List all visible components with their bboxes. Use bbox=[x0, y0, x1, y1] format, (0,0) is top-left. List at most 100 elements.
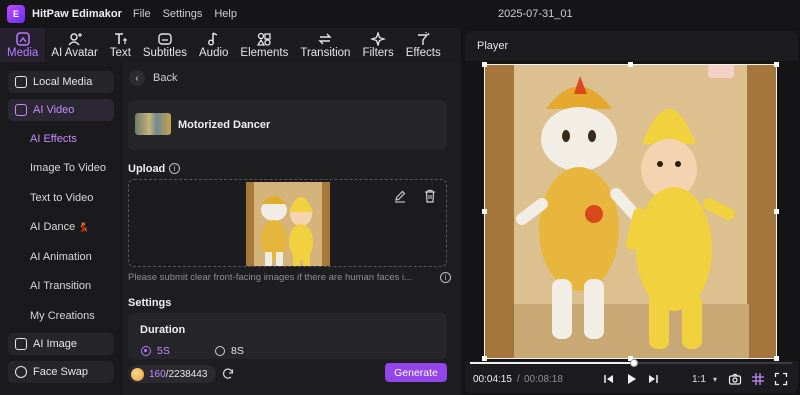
settings-heading: Settings bbox=[128, 297, 172, 309]
tab-elements-label: Elements bbox=[240, 46, 289, 59]
resize-handle[interactable] bbox=[482, 62, 487, 67]
play-icon[interactable] bbox=[624, 372, 638, 386]
generate-button[interactable]: Generate bbox=[385, 363, 447, 382]
radio-icon bbox=[215, 346, 225, 356]
tab-filters-label: Filters bbox=[362, 46, 394, 59]
skip-forward-icon[interactable] bbox=[646, 372, 660, 386]
grid-icon[interactable] bbox=[751, 372, 765, 386]
sidebar-item-ai-video[interactable]: AI Video bbox=[8, 99, 114, 121]
video-frame[interactable] bbox=[484, 64, 777, 359]
playback-progress[interactable] bbox=[470, 359, 792, 367]
resize-handle[interactable] bbox=[628, 62, 633, 67]
ai-avatar-icon bbox=[68, 32, 82, 45]
refresh-icon[interactable] bbox=[221, 367, 235, 381]
main-toolbar: Media AI Avatar Text Subtitles Audio Ele… bbox=[0, 28, 461, 62]
folder-icon bbox=[15, 76, 27, 88]
effect-thumbnail bbox=[135, 113, 171, 135]
sidebar-sub-ai-transition[interactable]: AI Transition bbox=[30, 280, 91, 292]
aspect-ratio-select[interactable]: 1:1 bbox=[692, 374, 706, 385]
credits-badge[interactable]: 160 /2238443 bbox=[128, 365, 216, 383]
duration-option-8s[interactable]: 8S bbox=[215, 345, 244, 357]
tab-text-label: Text bbox=[109, 46, 131, 59]
media-icon bbox=[15, 31, 30, 46]
tab-transition[interactable]: Transition bbox=[294, 28, 356, 62]
sidebar-sub-ai-dance[interactable]: AI Dance 💃 bbox=[30, 221, 90, 233]
effect-title: Motorized Dancer bbox=[178, 119, 271, 131]
menu-file[interactable]: File bbox=[133, 8, 151, 20]
menu-settings[interactable]: Settings bbox=[163, 8, 203, 20]
upload-heading: Upload bbox=[128, 163, 166, 175]
tab-effects[interactable]: Effects bbox=[400, 28, 447, 62]
settings-box: Duration 5S 8S bbox=[128, 313, 447, 359]
resize-handle[interactable] bbox=[774, 209, 779, 214]
camera-icon[interactable] bbox=[728, 372, 742, 386]
tab-filters[interactable]: Filters bbox=[356, 28, 399, 62]
sidebar-item-label: AI Image bbox=[33, 338, 78, 350]
video-canvas bbox=[465, 61, 798, 361]
uploaded-image-preview bbox=[246, 182, 330, 266]
sidebar-sub-my-creations[interactable]: My Creations bbox=[30, 310, 95, 322]
hint-info-icon[interactable]: i bbox=[440, 272, 451, 283]
progress-knob[interactable] bbox=[630, 359, 639, 367]
sidebar-item-local-media[interactable]: Local Media bbox=[8, 71, 114, 93]
tab-ai-avatar-label: AI Avatar bbox=[51, 46, 98, 59]
tab-elements[interactable]: Elements bbox=[234, 28, 294, 62]
tab-ai-avatar[interactable]: AI Avatar bbox=[45, 28, 103, 62]
tab-audio[interactable]: Audio bbox=[193, 28, 234, 62]
back-label[interactable]: Back bbox=[153, 72, 177, 84]
resize-handle[interactable] bbox=[774, 356, 779, 361]
subtitles-icon bbox=[158, 32, 172, 45]
tab-subtitles[interactable]: Subtitles bbox=[137, 28, 193, 62]
dance-badge-icon: 💃 bbox=[78, 222, 90, 232]
tab-effects-label: Effects bbox=[405, 46, 441, 59]
face-swap-icon bbox=[15, 366, 27, 378]
tab-transition-label: Transition bbox=[300, 46, 351, 59]
back-button[interactable]: ‹ bbox=[129, 70, 145, 86]
tab-text[interactable]: Text bbox=[104, 28, 137, 62]
info-icon[interactable]: i bbox=[169, 163, 180, 174]
ai-image-icon bbox=[15, 338, 27, 350]
resize-handle[interactable] bbox=[482, 356, 487, 361]
duration-option-label: 5S bbox=[157, 345, 170, 357]
audio-icon bbox=[207, 31, 218, 45]
progress-fill bbox=[470, 362, 635, 364]
title-bar: E HitPaw Edimakor File Settings Help 202… bbox=[0, 0, 800, 28]
app-logo-icon: E bbox=[7, 5, 25, 23]
tab-media[interactable]: Media bbox=[0, 28, 46, 62]
document-title: 2025-07-31_01 bbox=[498, 8, 573, 20]
tab-subtitles-label: Subtitles bbox=[142, 46, 187, 59]
sidebar-item-ai-image[interactable]: AI Image bbox=[8, 333, 114, 355]
sidebar-sub-ai-effects[interactable]: AI Effects bbox=[30, 133, 77, 145]
time-separator: / bbox=[517, 374, 520, 385]
sidebar: Local Media AI Video AI Effects Image To… bbox=[0, 62, 122, 395]
transition-icon bbox=[318, 33, 333, 44]
menu-help[interactable]: Help bbox=[214, 8, 237, 20]
sidebar-sub-ai-animation[interactable]: AI Animation bbox=[30, 251, 92, 263]
sidebar-item-label: Face Swap bbox=[33, 366, 89, 378]
edit-icon[interactable] bbox=[393, 189, 407, 203]
upload-dropzone[interactable] bbox=[128, 179, 447, 267]
skip-back-icon[interactable] bbox=[602, 372, 616, 386]
ai-video-icon bbox=[15, 104, 27, 116]
app-name: HitPaw Edimakor bbox=[32, 8, 122, 20]
sidebar-sub-text-to-video[interactable]: Text to Video bbox=[30, 192, 93, 204]
elements-icon bbox=[257, 32, 272, 46]
resize-handle[interactable] bbox=[482, 209, 487, 214]
resize-handle[interactable] bbox=[774, 62, 779, 67]
player-title: Player bbox=[477, 40, 509, 52]
effect-card: Motorized Dancer bbox=[128, 100, 447, 150]
preview-illustration bbox=[246, 182, 330, 266]
chevron-down-icon[interactable]: ▾ bbox=[713, 375, 717, 384]
effects-icon bbox=[418, 31, 430, 45]
duration-option-5s[interactable]: 5S bbox=[141, 345, 170, 357]
trash-icon[interactable] bbox=[423, 189, 437, 203]
fullscreen-icon[interactable] bbox=[774, 372, 788, 386]
sidebar-sub-label: AI Dance bbox=[30, 221, 76, 233]
sidebar-item-face-swap[interactable]: Face Swap bbox=[8, 361, 114, 383]
tab-audio-label: Audio bbox=[199, 46, 229, 59]
coin-icon bbox=[131, 367, 144, 381]
panel-footer: 160 /2238443 Generate bbox=[122, 359, 461, 395]
sidebar-item-label: Local Media bbox=[33, 76, 93, 88]
radio-selected-icon bbox=[141, 346, 151, 356]
sidebar-sub-image-to-video[interactable]: Image To Video bbox=[30, 162, 106, 174]
